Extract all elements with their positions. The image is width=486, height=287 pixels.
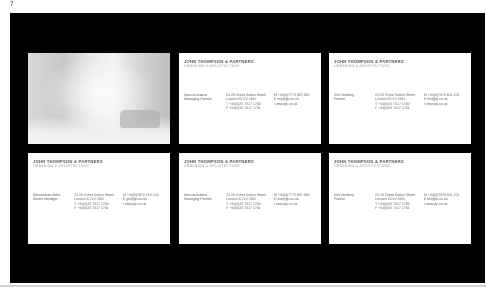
contact-block: M +44(0)7870 215 132 E gb@jtp.co.uk I ww…	[123, 193, 159, 206]
person-block: Kirk Hedding Partner	[334, 193, 354, 202]
interior-photo	[28, 53, 170, 144]
contact-block: M +44(0)7779 897 882 E ma@jtp.co.uk I ww…	[274, 193, 310, 206]
person-title: Studio Manager	[33, 197, 58, 202]
address-block: 23-25 Great Sutton Street London EC1V 0D…	[226, 93, 266, 110]
business-card-kirk-hedding-alt: JOHN THOMPSON & PARTNERS URBANISM & ARCH…	[329, 153, 471, 244]
person-block: Kirk Hedding Partner	[334, 93, 354, 102]
address-block: 23-25 Great Sutton Street London EC1V 0D…	[74, 193, 114, 210]
address-line: F +44(0)20 7017 1781	[226, 105, 261, 110]
address-line: F +44(0)20 7017 1781	[375, 105, 410, 110]
firm-tagline: URBANISM & ARCHITECTURE	[33, 164, 89, 168]
contact-block: M +44(0)7979 841 201 E kh@jtp.co.uk I ww…	[424, 93, 460, 106]
contact-block: M +44(0)7779 897 882 E ma@jtp.co.uk I ww…	[274, 93, 310, 106]
person-title: Managing Partner	[184, 97, 212, 102]
person-title: Partner	[334, 97, 346, 102]
contact-line: I www.jtp.co.uk	[274, 201, 298, 206]
address-block: 23-25 Great Sutton Street London EC1V 0D…	[226, 193, 266, 210]
person-block: Stewardess Bella Studio Manager	[33, 193, 60, 202]
business-card-stewardess-bella: JOHN THOMPSON & PARTNERS URBANISM & ARCH…	[28, 153, 170, 244]
business-card-marcus-adams: JOHN THOMPSON & PARTNERS URBANISM & ARCH…	[179, 53, 321, 144]
business-card-kirk-hedding: JOHN THOMPSON & PARTNERS URBANISM & ARCH…	[329, 53, 471, 144]
firm-tagline: URBANISM & ARCHITECTURE	[184, 64, 240, 68]
address-block: 23-25 Great Sutton Street London EC1V 0D…	[375, 93, 415, 110]
contact-line: I www.jtp.co.uk	[424, 201, 448, 206]
photo-sofa	[120, 110, 160, 128]
address-line: F +44(0)20 7017 1781	[375, 205, 410, 210]
person-block: Marcus Adams Managing Partner	[184, 193, 212, 202]
firm-tagline: URBANISM & ARCHITECTURE	[184, 164, 240, 168]
person-title: Managing Partner	[184, 197, 212, 202]
page-number: 7	[10, 2, 14, 8]
address-line: F +44(0)20 7017 1781	[74, 205, 109, 210]
firm-tagline: URBANISM & ARCHITECTURE	[334, 164, 390, 168]
address-line: F +44(0)20 7017 1781	[226, 205, 261, 210]
person-title: Partner	[334, 197, 346, 202]
contact-line: I www.jtp.co.uk	[123, 201, 147, 206]
contact-block: M +44(0)7979 841 201 E kh@jtp.co.uk I ww…	[424, 193, 460, 206]
contact-line: I www.jtp.co.uk	[274, 101, 298, 106]
firm-tagline: URBANISM & ARCHITECTURE	[334, 64, 390, 68]
business-card-marcus-adams-alt: JOHN THOMPSON & PARTNERS URBANISM & ARCH…	[179, 153, 321, 244]
address-block: 23-25 Great Sutton Street London EC1V 0D…	[375, 193, 415, 210]
person-block: Marcus Adams Managing Partner	[184, 93, 212, 102]
contact-line: I www.jtp.co.uk	[424, 101, 448, 106]
